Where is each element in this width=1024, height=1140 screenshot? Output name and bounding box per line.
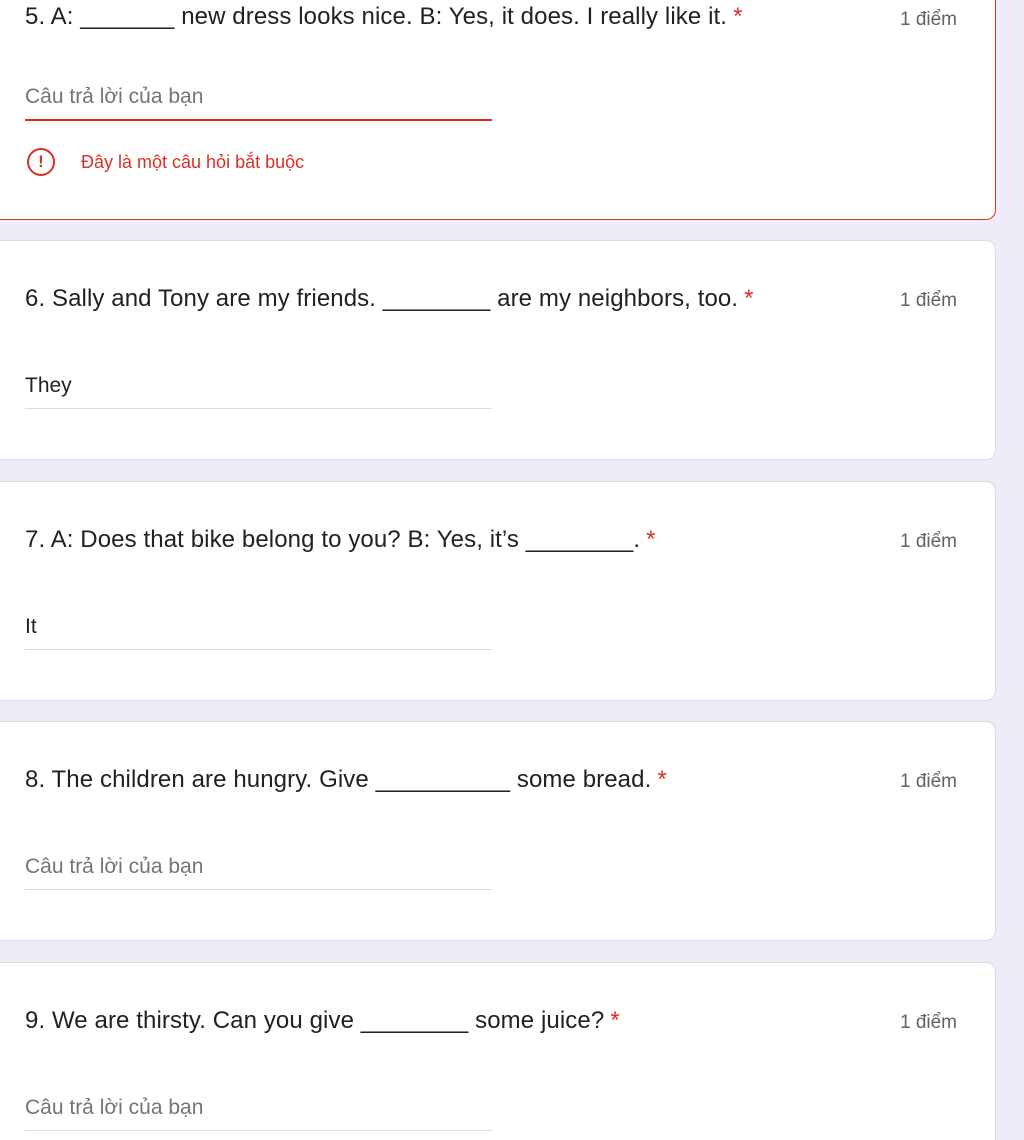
error-message: Đây là một câu hỏi bắt buộc — [81, 151, 305, 172]
required-asterisk: * — [646, 526, 656, 553]
points-label: 1 điểm — [899, 1012, 957, 1033]
question-card-8: 8. The children are hungry. Give _______… — [0, 721, 996, 941]
answer-input[interactable] — [25, 1091, 492, 1131]
required-asterisk: * — [744, 285, 754, 312]
question-text: 5. A: _______ new dress looks nice. B: Y… — [25, 3, 728, 30]
error-icon: ! — [27, 148, 55, 176]
question-card-9: 9. We are thirsty. Can you give ________… — [0, 962, 996, 1140]
question-card-5: 5. A: _______ new dress looks nice. B: Y… — [0, 0, 996, 220]
required-asterisk: * — [657, 766, 667, 793]
required-asterisk: * — [733, 3, 743, 30]
question-title: 6. Sally and Tony are my friends. ______… — [25, 285, 754, 313]
question-card-6: 6. Sally and Tony are my friends. ______… — [0, 240, 996, 460]
question-title: 5. A: _______ new dress looks nice. B: Y… — [25, 3, 743, 31]
points-label: 1 điểm — [899, 771, 957, 792]
answer-input[interactable] — [25, 81, 492, 121]
answer-input[interactable] — [25, 369, 492, 409]
answer-input[interactable] — [25, 610, 492, 650]
error-message-row: ! Đây là một câu hỏi bắt buộc — [27, 148, 304, 176]
required-asterisk: * — [610, 1007, 620, 1034]
points-label: 1 điểm — [899, 9, 957, 30]
question-card-7: 7. A: Does that bike belong to you? B: Y… — [0, 481, 996, 701]
answer-input[interactable] — [25, 850, 492, 890]
question-text: 7. A: Does that bike belong to you? B: Y… — [25, 526, 641, 553]
question-text: 6. Sally and Tony are my friends. ______… — [25, 285, 739, 312]
question-text: 8. The children are hungry. Give _______… — [25, 766, 652, 793]
question-title: 8. The children are hungry. Give _______… — [25, 766, 667, 794]
form-page: 5. A: _______ new dress looks nice. B: Y… — [0, 0, 1024, 1140]
question-title: 7. A: Does that bike belong to you? B: Y… — [25, 526, 656, 554]
question-title: 9. We are thirsty. Can you give ________… — [25, 1007, 620, 1035]
points-label: 1 điểm — [899, 531, 957, 552]
question-text: 9. We are thirsty. Can you give ________… — [25, 1007, 605, 1034]
points-label: 1 điểm — [899, 290, 957, 311]
